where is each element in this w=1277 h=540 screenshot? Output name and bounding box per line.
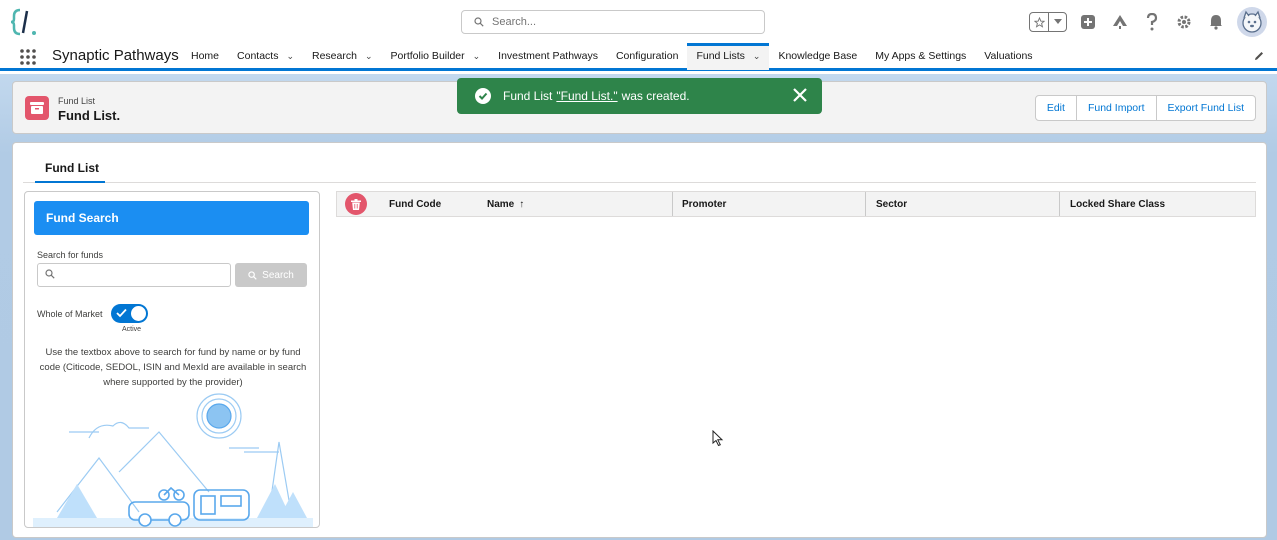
column-label: Name: [487, 198, 515, 210]
mouse-pointer-icon: [712, 430, 724, 447]
check-icon: [116, 308, 127, 318]
favorites-dropdown-icon[interactable]: [1048, 13, 1066, 31]
fund-search-button[interactable]: Search: [235, 263, 307, 287]
fund-import-button[interactable]: Fund Import: [1076, 95, 1157, 121]
global-create-icon[interactable]: [1077, 11, 1099, 33]
search-icon: [45, 269, 55, 279]
nav-item-home[interactable]: Home: [182, 44, 228, 68]
nav-item-label: Valuations: [984, 50, 1033, 62]
column-label: Fund Code: [389, 198, 442, 210]
nav-item-label: Fund Lists: [696, 50, 745, 62]
nav-item-my-apps-settings[interactable]: My Apps & Settings: [866, 44, 975, 68]
column-label: Locked Share Class: [1070, 198, 1166, 210]
app-logo-icon[interactable]: [10, 6, 40, 38]
edit-nav-pencil-icon[interactable]: [1253, 50, 1265, 62]
column-label: Sector: [876, 198, 908, 210]
whole-of-market-toggle[interactable]: [111, 304, 148, 323]
app-navigation-bar: Synaptic Pathways Home Contacts ⌄ Researc…: [0, 42, 1277, 71]
record-title: Fund List.: [58, 108, 121, 123]
fund-search-help-text: Use the textbox above to search for fund…: [39, 347, 307, 388]
record-actions: Edit Fund Import Export Fund List: [1034, 95, 1256, 121]
user-avatar-icon: [1242, 10, 1262, 33]
fund-list-record-icon: [25, 96, 49, 120]
setup-gear-icon[interactable]: [1173, 11, 1195, 33]
trailhead-icon[interactable]: [1109, 11, 1131, 33]
nav-item-investment-pathways[interactable]: Investment Pathways: [489, 44, 607, 68]
sort-ascending-icon: ↑: [519, 198, 525, 210]
toast-suffix: was created.: [621, 89, 690, 103]
column-header-promoter[interactable]: Promoter: [672, 192, 866, 216]
success-check-icon: [475, 88, 491, 104]
column-header-sector[interactable]: Sector: [866, 192, 1060, 216]
favorite-star-icon[interactable]: [1030, 13, 1048, 31]
app-launcher-icon[interactable]: [18, 48, 38, 66]
success-toast: Fund List "Fund List." was created.: [457, 78, 822, 114]
nav-item-label: Investment Pathways: [498, 50, 598, 62]
column-header-fund-code[interactable]: Fund Code: [379, 192, 441, 216]
user-avatar[interactable]: [1237, 7, 1267, 37]
toast-record-link[interactable]: "Fund List.": [556, 89, 617, 103]
fund-table-header: Fund Code Name ↑ Promoter Sector Locked S…: [336, 191, 1256, 217]
search-icon: [474, 17, 484, 27]
search-funds-label: Search for funds: [37, 250, 104, 260]
nav-item-configuration[interactable]: Configuration: [607, 44, 687, 68]
search-placeholder: Search...: [492, 16, 537, 28]
record-type-label: Fund List: [58, 96, 96, 106]
delete-selected-button[interactable]: [345, 193, 367, 215]
nav-item-label: Home: [191, 50, 220, 62]
close-icon[interactable]: [792, 87, 808, 103]
nav-item-contacts[interactable]: Contacts ⌄: [228, 44, 303, 68]
global-header: Search...: [0, 0, 1277, 44]
fund-search-input[interactable]: [37, 263, 231, 287]
toast-prefix: Fund List: [503, 89, 553, 103]
nav-item-label: Portfolio Builder: [390, 50, 465, 62]
app-name: Synaptic Pathways: [52, 47, 179, 64]
empty-state-illustration: [33, 393, 313, 527]
nav-item-fund-lists[interactable]: Fund Lists ⌄: [687, 42, 770, 70]
nav-items: Home Contacts ⌄ Research ⌄ Portfolio Build…: [182, 42, 1042, 70]
chevron-down-icon[interactable]: ⌄: [286, 51, 294, 62]
tab-label: Fund List: [45, 161, 99, 175]
column-label: Promoter: [682, 198, 727, 210]
nav-item-portfolio-builder[interactable]: Portfolio Builder ⌄: [382, 44, 490, 68]
whole-of-market-label: Whole of Market: [37, 309, 103, 319]
nav-item-valuations[interactable]: Valuations: [975, 44, 1041, 68]
header-utilities: [1029, 6, 1267, 38]
search-icon: [248, 270, 257, 280]
chevron-down-icon[interactable]: ⌄: [365, 51, 373, 62]
nav-item-label: My Apps & Settings: [875, 50, 967, 62]
column-header-name[interactable]: Name ↑: [477, 192, 673, 216]
global-search-input[interactable]: Search...: [461, 10, 765, 34]
nav-item-label: Knowledge Base: [778, 50, 858, 62]
trash-icon: [351, 198, 361, 210]
column-header-locked-share-class[interactable]: Locked Share Class: [1060, 192, 1254, 216]
nav-item-research[interactable]: Research ⌄: [303, 44, 382, 68]
toggle-knob: [131, 306, 146, 321]
fund-search-panel: Fund Search Search for funds Search Whol…: [24, 191, 320, 528]
nav-item-label: Research: [312, 50, 357, 62]
nav-item-knowledge-base[interactable]: Knowledge Base: [769, 44, 866, 68]
nav-item-label: Contacts: [237, 50, 279, 62]
nav-item-label: Configuration: [615, 50, 679, 62]
edit-button[interactable]: Edit: [1034, 95, 1077, 121]
search-button-label: Search: [262, 269, 294, 281]
export-fund-list-button[interactable]: Export Fund List: [1156, 95, 1256, 121]
notifications-bell-icon[interactable]: [1205, 11, 1227, 33]
main-content-card: Fund List Fund Search Search for funds S…: [12, 142, 1267, 538]
tab-bar: Fund List: [23, 143, 1256, 183]
tab-fund-list[interactable]: Fund List: [35, 161, 105, 183]
chevron-down-icon[interactable]: ⌄: [753, 51, 761, 62]
favorites-group: [1029, 12, 1067, 32]
chevron-down-icon[interactable]: ⌄: [473, 51, 481, 62]
toggle-state-label: Active: [122, 326, 142, 333]
fund-search-header: Fund Search: [34, 201, 309, 235]
help-icon[interactable]: [1141, 11, 1163, 33]
